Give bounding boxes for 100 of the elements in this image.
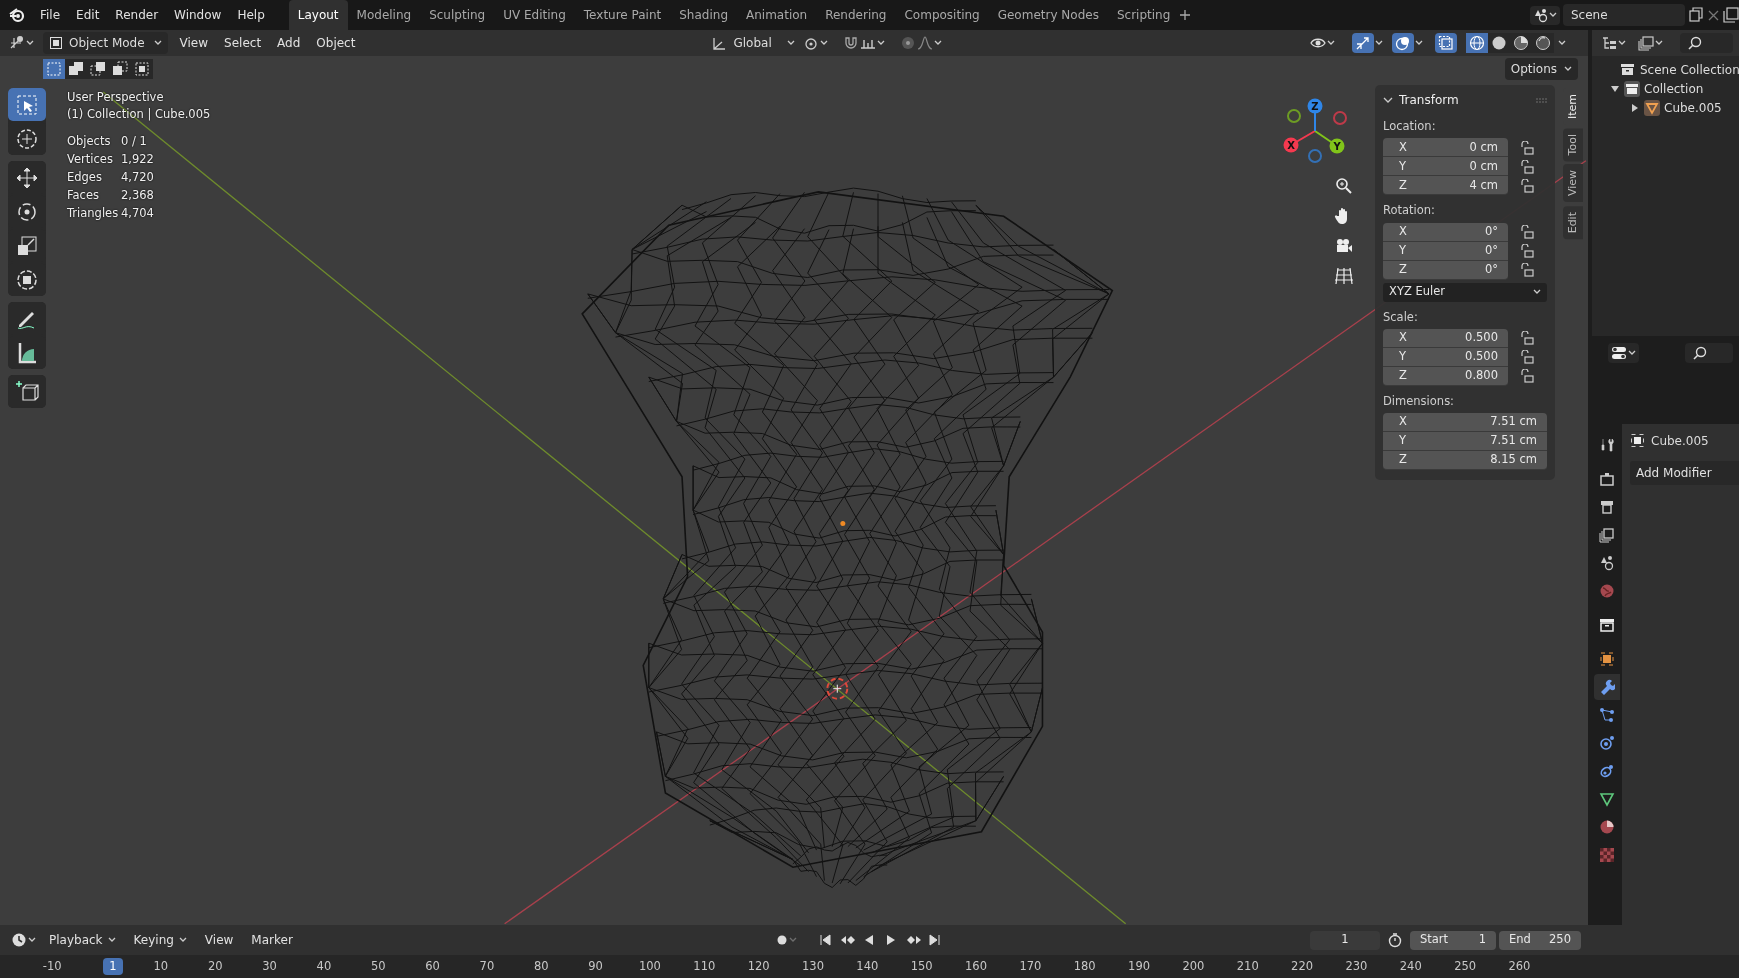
current-frame-field[interactable]: 1 [1310, 930, 1380, 950]
number-field[interactable]: Z 4 cm [1383, 176, 1508, 196]
options-dropdown[interactable]: Options [1504, 58, 1578, 80]
menu-item[interactable]: Edit [68, 3, 108, 27]
properties-tab[interactable] [1594, 673, 1620, 700]
select-mode-button[interactable] [131, 59, 153, 79]
number-field[interactable]: Y 0 cm [1383, 157, 1508, 177]
falloff-icon [916, 35, 933, 51]
negative-axis-dot[interactable] [1308, 149, 1322, 163]
search-field[interactable] [1680, 33, 1733, 53]
menu-item[interactable]: Add [269, 31, 309, 55]
workspace-tab[interactable]: UV Editing [494, 0, 575, 30]
menu-item[interactable]: Select [216, 31, 270, 55]
shading-button[interactable] [1488, 33, 1510, 53]
tool-button[interactable] [8, 88, 46, 121]
number-field[interactable]: Y 7.51 cm [1383, 432, 1547, 451]
number-field[interactable]: X 0° [1383, 222, 1508, 242]
caret-icon [26, 39, 34, 47]
frame-tick-label: 50 [369, 957, 387, 975]
menu-item[interactable]: File [32, 3, 69, 27]
select-mode-button[interactable] [65, 59, 87, 79]
caret-icon [1533, 288, 1541, 296]
chevron-icon [1383, 96, 1393, 104]
number-field[interactable]: Z 8.15 cm [1383, 451, 1547, 470]
frame-tick-label: 190 [1127, 957, 1151, 975]
menu-item[interactable]: View [196, 928, 242, 952]
workspace-tab[interactable]: Animation [737, 0, 817, 30]
current-frame-marker[interactable]: 1 [103, 957, 123, 976]
workspace-tab[interactable]: Rendering [816, 0, 896, 30]
menu-item[interactable]: Render [107, 3, 167, 27]
search-icon [1693, 346, 1707, 360]
workspace-tab[interactable]: Sculpting [420, 0, 495, 30]
menu-item[interactable]: Keying [125, 928, 195, 952]
tree-item-label[interactable]: Cube.005 [1664, 98, 1722, 117]
mode-dropdown[interactable]: Object Mode [43, 32, 168, 54]
workspace-tab[interactable]: Layout [288, 0, 348, 30]
negative-axis-dot[interactable] [1287, 109, 1301, 123]
scene-selector[interactable] [1530, 5, 1560, 25]
number-field[interactable]: X 7.51 cm [1383, 413, 1547, 432]
lock-icon[interactable] [1520, 263, 1534, 277]
constraint-icon [1599, 762, 1615, 779]
lock-icon[interactable] [1520, 350, 1534, 365]
caret-icon [786, 39, 795, 47]
gizmo-axis[interactable]: X [1283, 130, 1316, 153]
lock-icon[interactable] [1520, 369, 1534, 384]
menu-item[interactable]: Marker [243, 928, 301, 952]
disclosure-triangle-icon[interactable] [1610, 83, 1620, 94]
frame-tick-label: 100 [637, 957, 662, 975]
disclosure-triangle-icon[interactable] [1630, 102, 1640, 113]
menu-item[interactable]: Window [166, 3, 230, 27]
shading-button[interactable] [1532, 33, 1554, 53]
sidebar-tab[interactable]: Edit [1563, 205, 1583, 239]
search-field[interactable] [1685, 343, 1733, 363]
shading-button[interactable] [1466, 33, 1488, 53]
scene-field[interactable]: Scene [1563, 4, 1685, 26]
end-frame-field[interactable]: End 250 [1499, 930, 1581, 950]
lock-icon[interactable] [1520, 244, 1534, 258]
tree-item-label[interactable]: Collection [1644, 79, 1704, 98]
workspace-tab[interactable]: Modeling [347, 0, 421, 30]
workspace-tab[interactable]: Scripting [1107, 0, 1180, 30]
menu-item[interactable]: View [171, 31, 217, 55]
scene-icon [1533, 7, 1548, 23]
start-frame-field[interactable]: Start 1 [1410, 930, 1496, 950]
tree-item-label[interactable]: Scene Collection [1640, 60, 1739, 79]
number-field[interactable]: X 0 cm [1383, 138, 1508, 158]
workspace-tab[interactable]: Geometry Nodes [988, 0, 1108, 30]
number-field[interactable]: X 0.500 [1383, 328, 1508, 348]
menu-item[interactable]: Playback [41, 928, 124, 952]
frame-tick-label: 40 [315, 957, 333, 975]
editor-type-button[interactable] [1608, 343, 1639, 363]
negative-axis-dot[interactable] [1333, 111, 1347, 125]
copy-icon[interactable] [1688, 7, 1704, 23]
gizmo-axis[interactable]: Z [1307, 98, 1323, 132]
menu-item[interactable]: Help [229, 3, 273, 27]
workspace-tab[interactable]: Compositing [895, 0, 989, 30]
close-icon[interactable] [1707, 8, 1720, 22]
collection-icon [1620, 61, 1636, 78]
lock-icon[interactable] [1520, 331, 1534, 346]
lock-icon[interactable] [1520, 159, 1534, 174]
stopwatch-icon[interactable] [1387, 932, 1403, 948]
sidebar-tab[interactable]: Tool [1563, 128, 1583, 162]
add-modifier-dropdown[interactable]: Add Modifier [1630, 460, 1739, 485]
workspace-tab[interactable]: Texture Paint [574, 0, 671, 30]
sidebar-tab[interactable]: View [1563, 164, 1583, 203]
menu-item[interactable]: Object [308, 31, 364, 55]
rendered-shading-icon [1535, 35, 1551, 51]
lock-icon[interactable] [1520, 140, 1534, 155]
workspace-tab[interactable]: Shading [670, 0, 737, 30]
tool-button[interactable] [8, 375, 46, 408]
view-layer-icon[interactable] [1723, 7, 1739, 23]
view-subtitle: (1) Collection | Cube.005 [67, 106, 211, 123]
xray-toggle[interactable] [1435, 33, 1457, 53]
add-icon[interactable] [1179, 9, 1192, 21]
orientation-dropdown[interactable]: Global [708, 32, 798, 54]
lock-icon[interactable] [1520, 225, 1534, 239]
panel-title[interactable]: Transform [1399, 91, 1459, 109]
navigation-gizmo[interactable]: X Y Z [1275, 90, 1355, 170]
lock-icon[interactable] [1520, 178, 1534, 193]
rotation-mode-dropdown[interactable]: XYZ Euler [1383, 282, 1547, 302]
gizmo-axis[interactable]: Y [1314, 130, 1345, 154]
